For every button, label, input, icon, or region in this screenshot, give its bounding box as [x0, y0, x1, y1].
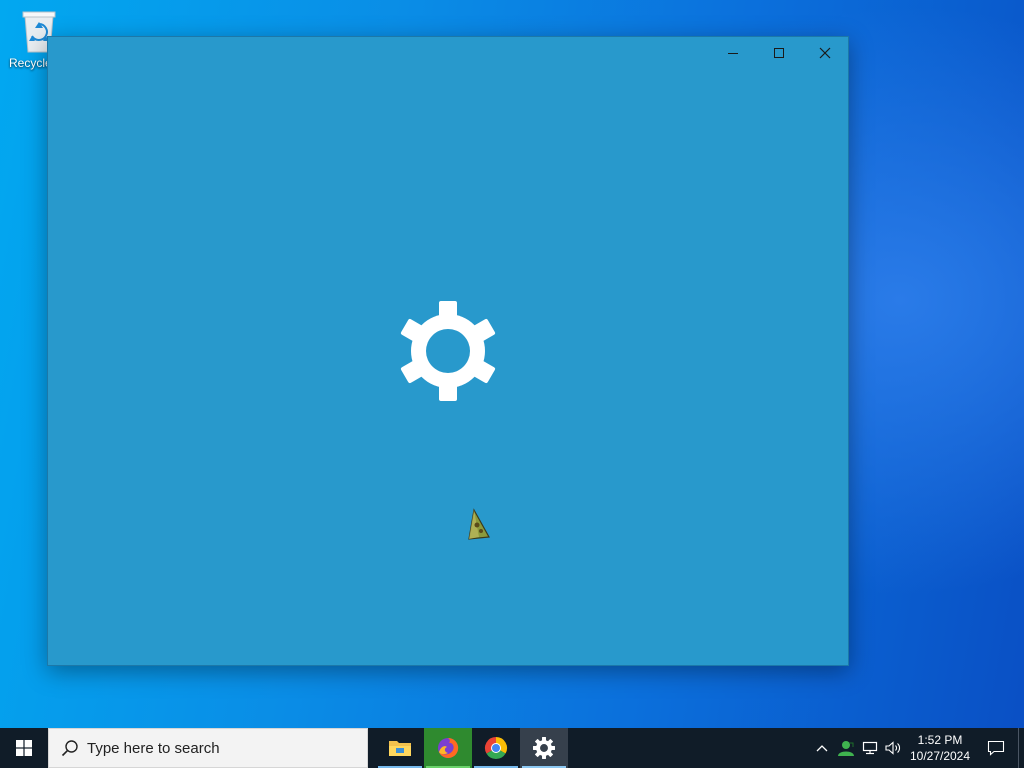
taskbar-app-firefox[interactable] [424, 728, 472, 768]
volume-button[interactable] [882, 728, 906, 768]
taskbar-apps [376, 728, 568, 768]
network-button[interactable] [858, 728, 882, 768]
windows-logo-icon [16, 740, 32, 756]
close-icon [819, 47, 831, 59]
minimize-icon [728, 53, 738, 54]
taskbar: Type here to search 1:52 PM 10/27/2024 [0, 728, 1024, 768]
taskbar-app-chrome[interactable] [472, 728, 520, 768]
window-controls [710, 37, 848, 69]
system-tray: 1:52 PM 10/27/2024 [810, 728, 1024, 768]
maximize-icon [774, 48, 784, 58]
settings-app-window[interactable] [47, 36, 849, 666]
search-placeholder: Type here to search [87, 739, 220, 757]
taskbar-search-box[interactable]: Type here to search [48, 728, 368, 768]
clock-time: 1:52 PM [917, 733, 963, 747]
busy-cursor-icon [468, 508, 490, 540]
show-hidden-icons-button[interactable] [810, 728, 834, 768]
minimize-button[interactable] [710, 37, 756, 69]
taskbar-app-settings[interactable] [520, 728, 568, 768]
desktop: Recycle Bin [0, 0, 1024, 728]
gear-icon [400, 301, 496, 401]
network-icon [862, 741, 878, 755]
taskbar-app-file-explorer[interactable] [376, 728, 424, 768]
user-status-icon [838, 741, 854, 756]
tray-user-app-button[interactable] [834, 728, 858, 768]
action-center-button[interactable] [974, 728, 1018, 768]
maximize-button[interactable] [756, 37, 802, 69]
speaker-icon [885, 741, 900, 755]
start-button[interactable] [0, 728, 48, 768]
firefox-icon [438, 737, 459, 758]
gear-icon [533, 737, 555, 759]
taskbar-clock[interactable]: 1:52 PM 10/27/2024 [906, 732, 974, 764]
search-icon [61, 739, 79, 757]
chevron-up-icon [816, 745, 828, 752]
show-desktop-button[interactable] [1018, 728, 1024, 768]
clock-date: 10/27/2024 [909, 749, 971, 763]
close-button[interactable] [802, 37, 848, 69]
chrome-icon [484, 737, 508, 760]
folder-icon [389, 741, 411, 756]
notification-icon [987, 740, 1005, 756]
